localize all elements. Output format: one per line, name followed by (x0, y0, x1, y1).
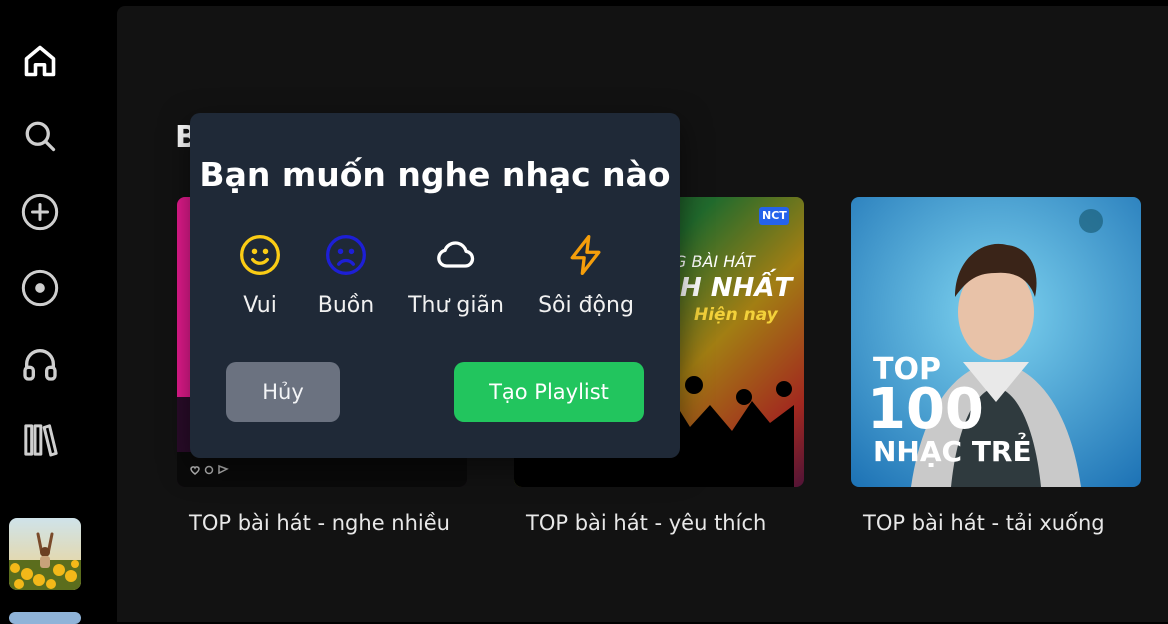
create-playlist-button[interactable]: Tạo Playlist (454, 362, 644, 422)
headphones-icon[interactable] (20, 344, 60, 384)
library-icon[interactable] (20, 420, 60, 460)
add-circle-icon[interactable] (20, 192, 60, 232)
playlist-thumbnail[interactable] (9, 612, 81, 624)
cover-text: G BÀI HÁT (674, 252, 755, 271)
dialog-title: Bạn muốn nghe nhạc nào (199, 155, 671, 194)
mood-label: Vui (243, 293, 277, 318)
frown-icon (326, 235, 366, 275)
cover-text: Hiện nay (694, 305, 778, 325)
card-title: TOP bài hát - tải xuống (863, 511, 1105, 535)
nct-badge: NCT (762, 209, 787, 222)
smile-icon (240, 235, 280, 275)
mood-option-relax[interactable]: Thư giãn (406, 233, 506, 318)
cover-text: H NHẤT (680, 273, 793, 303)
cancel-button[interactable]: Hủy (226, 362, 340, 422)
lightning-icon (570, 235, 601, 275)
cloud-icon (437, 241, 475, 268)
playlist-cover: TOP 100 NHẠC TRẺ (851, 197, 1141, 487)
mood-option-sad[interactable]: Buồn (316, 233, 376, 318)
mood-option-energetic[interactable]: Sôi động (534, 233, 638, 318)
home-icon[interactable] (20, 41, 60, 81)
playlist-card[interactable]: TOP 100 NHẠC TRẺ TOP bài hát - tải xuống (851, 197, 1141, 535)
mood-label: Sôi động (538, 293, 634, 318)
mood-option-happy[interactable]: Vui (234, 233, 286, 318)
mood-dialog: Bạn muốn nghe nhạc nào Vui Buồn Thư giãn… (190, 113, 680, 458)
recent-playlist-thumbnail[interactable] (9, 518, 81, 590)
disc-icon[interactable] (20, 268, 60, 308)
search-icon[interactable] (20, 116, 60, 156)
card-title: TOP bài hát - yêu thích (526, 511, 767, 535)
card-title: TOP bài hát - nghe nhiều (189, 511, 450, 535)
mood-label: Thư giãn (408, 293, 504, 318)
sidebar (0, 0, 82, 624)
mood-label: Buồn (317, 293, 375, 318)
cover-text: NHẠC TRẺ (873, 435, 1032, 468)
cover-text: 100 (867, 377, 984, 442)
